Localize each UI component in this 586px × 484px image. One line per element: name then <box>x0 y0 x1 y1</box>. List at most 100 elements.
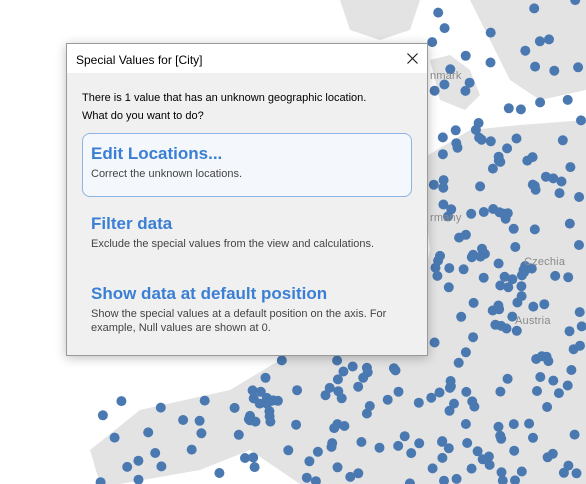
city-dot[interactable] <box>495 386 506 397</box>
city-dot[interactable] <box>460 347 471 358</box>
city-dot[interactable] <box>528 301 539 312</box>
city-dot[interactable] <box>539 299 550 310</box>
city-dot[interactable] <box>566 365 577 375</box>
city-dot[interactable] <box>542 452 553 463</box>
city-dot[interactable] <box>502 143 513 154</box>
city-dot[interactable] <box>458 264 469 275</box>
city-dot[interactable] <box>320 390 331 401</box>
city-dot[interactable] <box>276 355 287 366</box>
city-dot[interactable] <box>536 351 547 362</box>
city-dot[interactable] <box>214 468 225 478</box>
city-dot[interactable] <box>493 155 504 166</box>
city-dot[interactable] <box>549 65 560 76</box>
city-dot[interactable] <box>508 223 519 234</box>
city-dot[interactable] <box>476 134 487 145</box>
city-dot[interactable] <box>472 446 483 457</box>
city-dot[interactable] <box>345 471 356 482</box>
city-dot[interactable] <box>243 414 254 425</box>
city-dot[interactable] <box>283 445 294 456</box>
city-dot[interactable] <box>437 149 448 160</box>
city-dot[interactable] <box>353 381 364 392</box>
city-dot[interactable] <box>530 61 541 72</box>
city-dot[interactable] <box>133 455 144 466</box>
city-dot[interactable] <box>468 332 479 343</box>
city-dot[interactable] <box>338 366 349 377</box>
city-dot[interactable] <box>529 3 540 14</box>
city-dot[interactable] <box>393 386 404 397</box>
city-dot[interactable] <box>466 208 477 219</box>
city-dot[interactable] <box>433 7 444 18</box>
city-dot[interactable] <box>329 423 340 434</box>
city-dot[interactable] <box>485 136 496 147</box>
city-dot[interactable] <box>361 408 372 419</box>
city-dot[interactable] <box>496 320 507 331</box>
city-dot[interactable] <box>292 385 303 396</box>
city-dot[interactable] <box>509 445 520 456</box>
city-dot[interactable] <box>508 419 519 430</box>
city-dot[interactable] <box>430 262 441 273</box>
city-dot[interactable] <box>534 36 545 47</box>
city-dot[interactable] <box>429 85 440 96</box>
city-dot[interactable] <box>515 104 526 115</box>
city-dot[interactable] <box>249 462 260 473</box>
city-dot[interactable] <box>485 27 496 38</box>
city-dot[interactable] <box>516 466 527 477</box>
city-dot[interactable] <box>429 337 440 348</box>
city-dot[interactable] <box>503 282 514 293</box>
city-dot[interactable] <box>511 133 522 144</box>
city-dot[interactable] <box>565 162 576 173</box>
city-dot[interactable] <box>576 115 586 126</box>
city-dot[interactable] <box>97 410 108 421</box>
city-dot[interactable] <box>510 242 521 252</box>
city-dot[interactable] <box>522 155 533 166</box>
city-dot[interactable] <box>438 199 449 210</box>
city-dot[interactable] <box>260 372 271 383</box>
city-dot[interactable] <box>530 184 541 195</box>
city-dot[interactable] <box>467 396 478 407</box>
city-dot[interactable] <box>356 437 367 447</box>
city-dot[interactable] <box>575 340 585 351</box>
city-dot[interactable] <box>535 97 546 108</box>
city-dot[interactable] <box>571 468 582 479</box>
city-dot[interactable] <box>542 402 553 412</box>
city-dot[interactable] <box>500 213 511 224</box>
city-dot[interactable] <box>186 444 197 455</box>
city-dot[interactable] <box>488 204 499 214</box>
city-dot[interactable] <box>478 207 489 217</box>
city-dot[interactable] <box>524 418 535 429</box>
city-dot[interactable] <box>529 224 540 235</box>
city-dot[interactable] <box>443 443 454 454</box>
city-dot[interactable] <box>544 34 554 45</box>
city-dot[interactable] <box>199 395 210 406</box>
city-dot[interactable] <box>462 438 473 448</box>
city-dot[interactable] <box>443 282 454 293</box>
city-dot[interactable] <box>444 405 455 416</box>
city-dot[interactable] <box>478 272 489 283</box>
city-dot[interactable] <box>333 386 344 397</box>
city-dot[interactable] <box>428 179 439 190</box>
city-dot[interactable] <box>332 355 343 366</box>
city-dot[interactable] <box>326 441 337 452</box>
city-dot[interactable] <box>196 428 207 439</box>
city-dot[interactable] <box>450 125 461 136</box>
city-dot[interactable] <box>464 77 475 88</box>
city-dot[interactable] <box>574 192 585 202</box>
city-dot[interactable] <box>548 173 559 184</box>
city-dot[interactable] <box>427 463 438 474</box>
city-dot[interactable] <box>573 62 584 73</box>
city-dot[interactable] <box>439 23 450 34</box>
city-dot[interactable] <box>361 362 372 373</box>
city-dot[interactable] <box>444 263 455 274</box>
city-dot[interactable] <box>535 372 546 382</box>
city-dot[interactable] <box>554 188 565 199</box>
city-dot[interactable] <box>493 421 504 432</box>
city-dot[interactable] <box>461 386 472 397</box>
city-dot[interactable] <box>413 397 424 408</box>
city-dot[interactable] <box>495 430 506 441</box>
city-dot[interactable] <box>562 94 573 105</box>
city-dot[interactable] <box>454 232 465 243</box>
city-dot[interactable] <box>266 395 277 406</box>
city-dot[interactable] <box>156 461 167 472</box>
city-dot[interactable] <box>562 380 573 391</box>
city-dot[interactable] <box>143 427 154 438</box>
